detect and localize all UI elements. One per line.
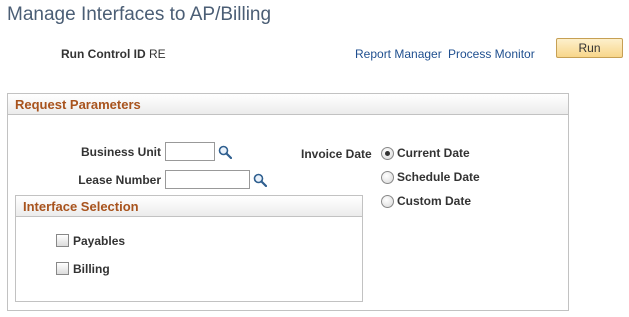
checkbox[interactable] (56, 262, 69, 275)
business-unit-input[interactable] (165, 142, 215, 161)
run-control-id-value: RE (149, 47, 166, 61)
lease-number-lookup-icon[interactable] (253, 173, 267, 187)
request-parameters-title: Request Parameters (15, 97, 141, 112)
request-parameters-header: Request Parameters (8, 94, 568, 115)
run-button[interactable]: Run (556, 38, 623, 58)
request-parameters-group: Request Parameters Business Unit Lease N… (7, 93, 569, 311)
business-unit-label: Business Unit (80, 145, 161, 159)
interface-selection-header: Interface Selection (16, 196, 362, 217)
radio-custom-date-label: Custom Date (397, 194, 472, 208)
process-monitor-link[interactable]: Process Monitor (448, 47, 535, 61)
radio-current-date-label: Current Date (397, 146, 470, 160)
radio-button[interactable] (381, 147, 394, 160)
lease-number-label: Lease Number (78, 173, 161, 187)
interface-selection-title: Interface Selection (23, 199, 139, 214)
page-title: Manage Interfaces to AP/Billing (7, 4, 272, 25)
lease-number-input[interactable] (165, 170, 250, 189)
checkbox[interactable] (56, 234, 69, 247)
business-unit-lookup-icon[interactable] (218, 145, 232, 159)
report-manager-link[interactable]: Report Manager (355, 47, 442, 61)
checkbox-payables-label: Payables (73, 234, 126, 248)
radio-selected-dot (385, 151, 390, 156)
invoice-date-label: Invoice Date (301, 147, 372, 161)
run-control-id-label: Run Control ID (61, 47, 146, 61)
checkbox-billing-label: Billing (73, 262, 110, 276)
radio-schedule-date-label: Schedule Date (397, 170, 480, 184)
radio-button[interactable] (381, 195, 394, 208)
interface-selection-group: Interface Selection Payables Billing (15, 195, 363, 302)
radio-button[interactable] (381, 171, 394, 184)
